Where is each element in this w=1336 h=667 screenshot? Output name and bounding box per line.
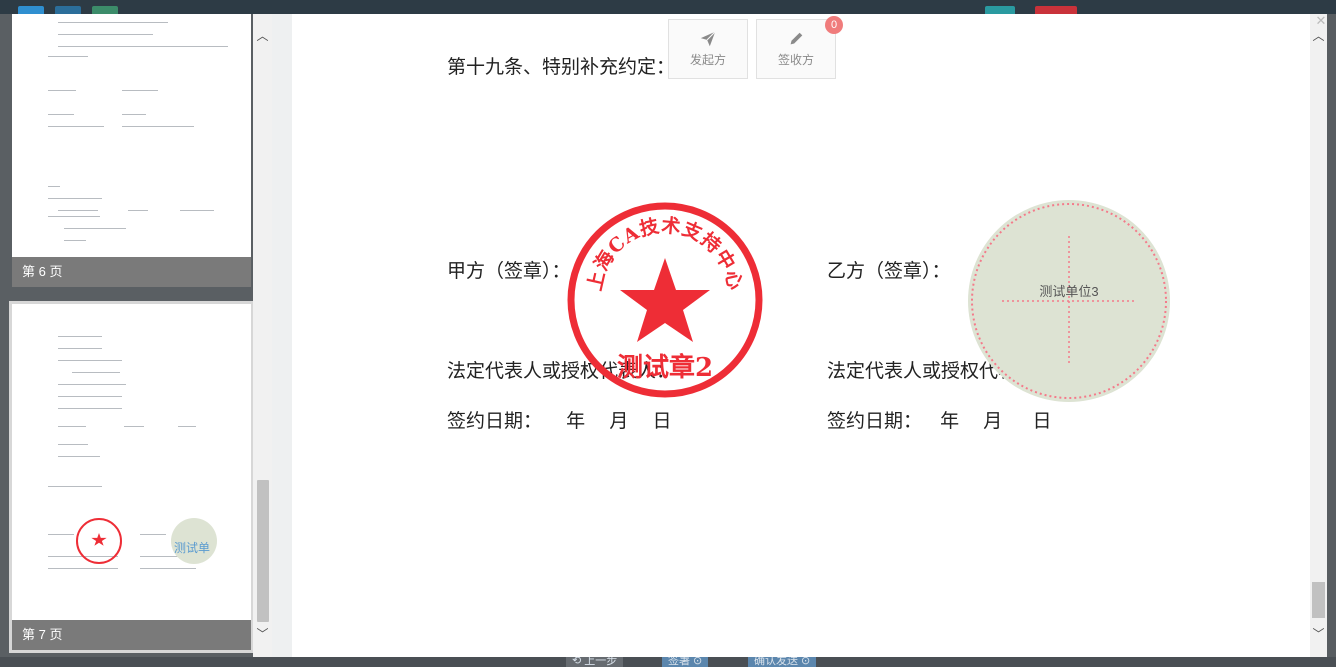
document-scroll-up-icon[interactable]: ︿	[1310, 28, 1327, 45]
seal-star-icon	[620, 258, 710, 342]
page-thumbnail-list: 第 6 页 测试单 第 7 页	[0, 14, 272, 657]
pending-seal-placeholder[interactable]: 测试单位3	[966, 198, 1172, 404]
thumb-text-line	[48, 568, 118, 569]
thumb-text-line	[122, 90, 158, 91]
receiver-label: 签收方	[777, 53, 814, 67]
document-scrollbar-thumb[interactable]	[1312, 582, 1325, 618]
thumbnail-page-label: 第 6 页	[12, 257, 251, 287]
receiver-button[interactable]: 签收方 0	[756, 16, 843, 79]
thumb-text-line	[64, 240, 86, 241]
thumbnail-divider	[272, 14, 292, 657]
thumb-text-line	[58, 384, 126, 385]
thumb-text-line	[58, 22, 168, 23]
receiver-count-badge: 0	[825, 16, 843, 34]
thumb-text-line	[58, 348, 102, 349]
thumb-text-line	[48, 486, 102, 487]
thumbnail-scrollbar-thumb[interactable]	[257, 480, 269, 622]
document-scroll-down-icon[interactable]: ﹀	[1310, 626, 1327, 643]
thumb-text-line	[58, 210, 98, 211]
party-b-date-label: 签约日期： 年 月 日	[827, 410, 1052, 432]
seal-center-text: 测试章2	[617, 352, 713, 383]
thumb-text-line	[58, 46, 228, 47]
thumbnail-scroll-up-icon[interactable]: ︿	[253, 28, 272, 45]
thumb-text-line	[58, 456, 100, 457]
thumb-text-line	[48, 114, 74, 115]
party-a-date-label: 签约日期： 年 月 日	[447, 410, 672, 432]
thumb-text-line	[64, 228, 126, 229]
thumb-text-line	[122, 126, 194, 127]
close-icon[interactable]: ✕	[1313, 13, 1329, 29]
thumb-text-line	[178, 426, 196, 427]
party-b-seal-label: 乙方（签章）：	[827, 260, 951, 282]
thumb-text-line	[48, 56, 88, 57]
sender-label: 发起方	[689, 53, 726, 67]
thumb-text-line	[180, 210, 214, 211]
thumb-text-line	[58, 336, 102, 337]
thumbnail-page-7[interactable]: 测试单 第 7 页	[9, 301, 254, 653]
thumb-text-line	[58, 426, 86, 427]
paper-plane-icon	[700, 31, 716, 47]
thumb-text-line	[122, 114, 146, 115]
thumb-text-line	[48, 534, 74, 535]
pending-seal-label: 测试单位3	[1039, 284, 1098, 299]
pencil-icon	[790, 32, 803, 45]
thumb-text-line	[140, 534, 166, 535]
thumb-text-line	[48, 216, 100, 217]
thumb-text-line	[124, 426, 144, 427]
sender-button[interactable]: 发起方	[668, 19, 748, 79]
party-a-seal-label: 甲方（签章）：	[447, 260, 571, 282]
thumb-text-line	[48, 126, 104, 127]
thumb-text-line	[48, 90, 76, 91]
thumb-text-line	[58, 360, 122, 361]
thumb-text-line	[72, 372, 120, 373]
mini-pending-seal-label: 测试单	[174, 541, 211, 555]
red-company-seal[interactable]: 上海CA技术支持中心 测试章2	[565, 200, 765, 400]
document-page: 第十九条、特别补充约定： 发起方 签收方 0 甲方（签章）： 乙方（签章）： 法…	[292, 14, 1310, 657]
thumb-text-line	[48, 198, 102, 199]
thumbnail-scroll-down-icon[interactable]: ﹀	[253, 626, 272, 643]
document-scrollbar[interactable]	[1310, 14, 1327, 657]
article-title: 第十九条、特别补充约定：	[447, 56, 676, 78]
thumb-text-line	[128, 210, 148, 211]
thumb-text-line	[140, 568, 196, 569]
thumb-text-line	[58, 444, 88, 445]
thumbnail-page-label: 第 7 页	[12, 620, 251, 650]
app-top-bar	[0, 0, 1336, 14]
thumbnail-page-6[interactable]: 第 6 页	[12, 14, 251, 287]
thumb-text-line	[48, 186, 60, 187]
thumb-text-line	[58, 396, 122, 397]
thumb-text-line	[58, 408, 122, 409]
thumb-text-line	[58, 34, 153, 35]
